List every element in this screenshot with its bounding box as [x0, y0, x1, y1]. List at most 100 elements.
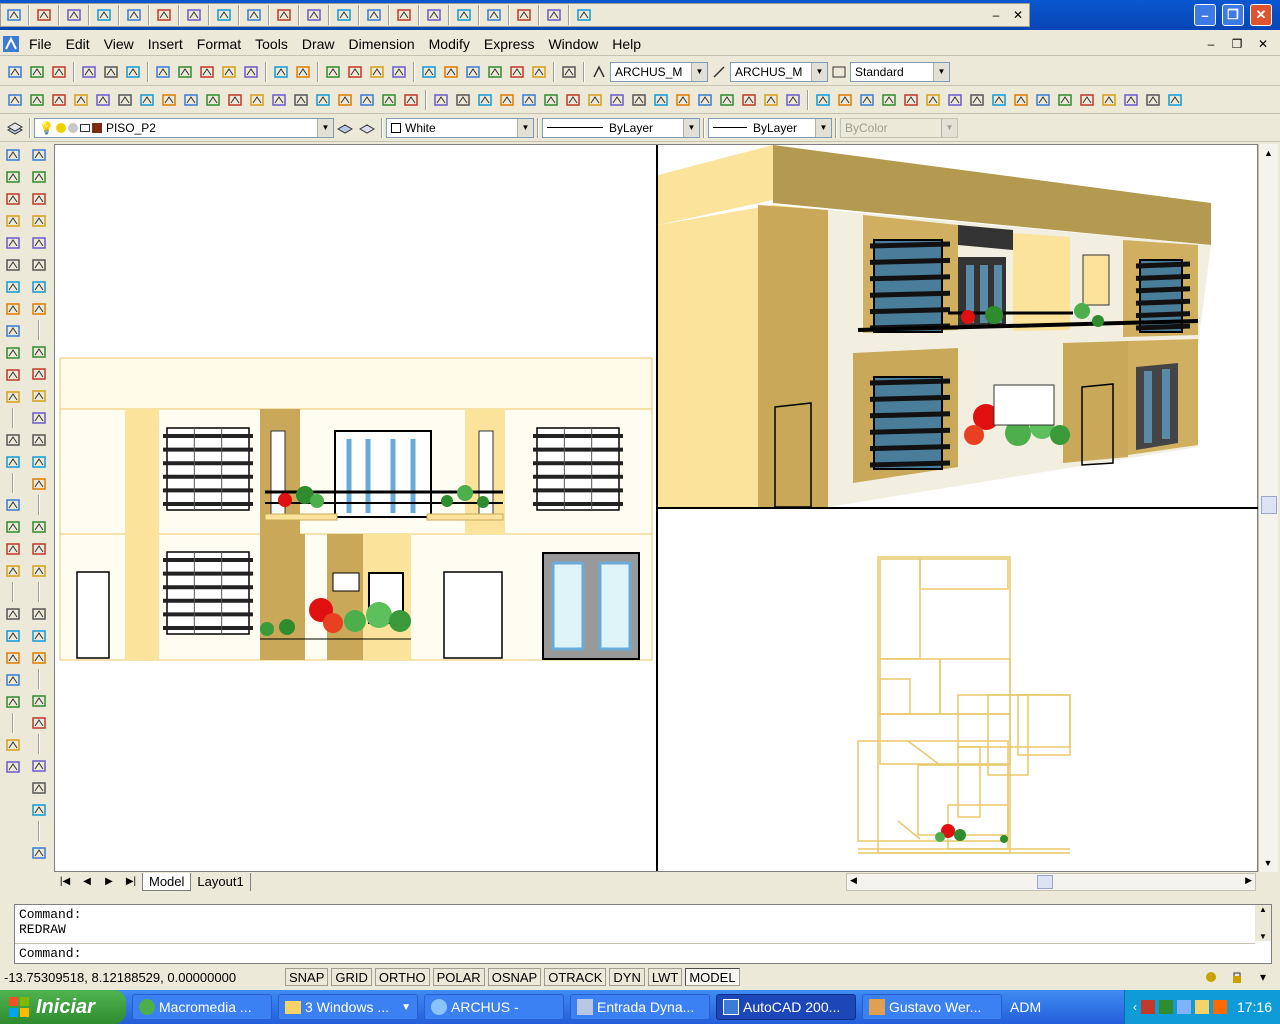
sky-icon[interactable] — [2, 625, 24, 646]
scene-icon[interactable] — [2, 232, 24, 253]
cylinder-icon[interactable] — [28, 232, 50, 253]
matchprop-icon[interactable] — [218, 61, 240, 83]
cone-icon[interactable] — [28, 254, 50, 275]
zoom-realtime-icon[interactable] — [344, 61, 366, 83]
line-icon[interactable] — [4, 89, 26, 111]
offset-face-icon[interactable] — [28, 647, 50, 668]
chamfer-icon[interactable] — [738, 89, 760, 111]
scroll-left-icon[interactable]: ◀ — [850, 875, 857, 886]
horizontal-scroll-thumb[interactable] — [1037, 874, 1053, 889]
light-list-icon[interactable] — [2, 647, 24, 668]
polyline-icon[interactable] — [48, 89, 70, 111]
block-icon[interactable] — [240, 61, 262, 83]
dim-edit-icon[interactable] — [1120, 89, 1142, 111]
landscape-edit-icon[interactable] — [2, 364, 24, 385]
snap-icon[interactable] — [453, 4, 475, 26]
tab-prev-icon[interactable]: ◀ — [76, 873, 98, 891]
box-solid-icon[interactable] — [28, 188, 50, 209]
animation-icon[interactable] — [2, 560, 24, 581]
layer-select[interactable]: 💡 PISO_P2 ▼ — [34, 117, 334, 138]
scroll-down-icon[interactable]: ▼ — [1259, 932, 1267, 941]
explode-icon[interactable] — [782, 89, 804, 111]
dim-text-edit-icon[interactable] — [1142, 89, 1164, 111]
polygon-icon[interactable] — [70, 89, 92, 111]
menu-view[interactable]: View — [97, 36, 141, 52]
tray-expand-icon[interactable]: ‹ — [1133, 1000, 1137, 1014]
slice-icon[interactable] — [28, 385, 50, 406]
menu-format[interactable]: Format — [190, 36, 248, 52]
text-style-select[interactable]: ARCHUS_M ▼ — [610, 61, 708, 82]
scroll-up-icon[interactable]: ▲ — [1259, 905, 1267, 914]
dim-jogged-icon[interactable] — [922, 89, 944, 111]
union-icon[interactable] — [153, 4, 175, 26]
paste-icon[interactable] — [196, 61, 218, 83]
stretch-icon[interactable] — [606, 89, 628, 111]
open-icon[interactable] — [26, 61, 48, 83]
lwt-toggle[interactable]: LWT — [647, 968, 683, 986]
mapping-icon[interactable] — [2, 276, 24, 297]
new-icon[interactable] — [4, 61, 26, 83]
view-icon[interactable] — [3, 4, 25, 26]
rotate-icon[interactable] — [562, 89, 584, 111]
communication-center-icon[interactable] — [1200, 966, 1222, 988]
autocad-app-icon[interactable] — [0, 33, 22, 55]
ucs-icon[interactable] — [123, 4, 145, 26]
doc-restore-icon[interactable]: ❐ — [1226, 33, 1248, 55]
offset-icon[interactable] — [496, 89, 518, 111]
edit-icon[interactable] — [273, 4, 295, 26]
tab-layout1[interactable]: Layout1 — [191, 872, 251, 891]
torus-icon[interactable] — [28, 298, 50, 319]
trim-icon[interactable] — [628, 89, 650, 111]
dim-update-icon[interactable] — [1164, 89, 1186, 111]
revolve-icon[interactable] — [28, 363, 50, 384]
lineweight-select[interactable]: ByLayer ▼ — [708, 117, 832, 138]
make-current-layer-icon[interactable] — [334, 117, 356, 139]
snap-toggle[interactable]: SNAP — [285, 968, 329, 986]
erase-icon[interactable] — [430, 89, 452, 111]
dim-linear-icon[interactable] — [812, 89, 834, 111]
power-icon[interactable] — [1194, 1000, 1209, 1014]
menu-modify[interactable]: Modify — [422, 36, 477, 52]
dim-baseline-icon[interactable] — [1010, 89, 1032, 111]
wedge-icon[interactable] — [28, 276, 50, 297]
dim-arc-icon[interactable] — [856, 89, 878, 111]
statistics-icon[interactable] — [2, 451, 24, 472]
doc-minimize-icon[interactable]: – — [1200, 33, 1222, 55]
markup-icon[interactable] — [506, 61, 528, 83]
ortho-toggle[interactable]: ORTHO — [374, 968, 430, 986]
tab-next-icon[interactable]: ▶ — [98, 873, 120, 891]
fog-icon[interactable] — [2, 320, 24, 341]
3d-array-icon[interactable] — [28, 755, 50, 776]
command-scrollbar[interactable]: ▲ ▼ — [1255, 905, 1271, 941]
save-icon[interactable] — [48, 61, 70, 83]
setup-drawing-icon[interactable] — [28, 451, 50, 472]
layer-manager-icon[interactable] — [4, 117, 26, 139]
xline-icon[interactable] — [26, 89, 48, 111]
window-restore-button[interactable]: ❐ — [1222, 4, 1244, 26]
dim-angular-icon[interactable] — [966, 89, 988, 111]
command-window[interactable]: Command: REDRAW Command: ▲ ▼ — [14, 904, 1272, 964]
task-archus[interactable]: ARCHUS - — [424, 994, 564, 1020]
lights-icon[interactable] — [2, 210, 24, 231]
rectangle-icon[interactable] — [92, 89, 114, 111]
task-entrada-dynamic[interactable]: Entrada Dyna... — [570, 994, 710, 1020]
extrude-icon[interactable] — [28, 341, 50, 362]
point-icon[interactable] — [393, 4, 415, 26]
copy-icon[interactable] — [174, 61, 196, 83]
language-indicator[interactable]: ADM — [1010, 999, 1041, 1015]
gradient-icon[interactable] — [334, 89, 356, 111]
ellipse-icon[interactable] — [202, 89, 224, 111]
tab-model[interactable]: Model — [142, 872, 192, 891]
setup-view-icon[interactable] — [28, 473, 50, 494]
landscape-new-icon[interactable] — [2, 342, 24, 363]
tool-palettes-icon[interactable] — [462, 61, 484, 83]
fly-icon[interactable] — [2, 516, 24, 537]
table-style-icon[interactable] — [828, 61, 850, 83]
extend-icon[interactable] — [650, 89, 672, 111]
vertical-scrollbar[interactable]: ▲ ▼ — [1258, 144, 1278, 872]
render-view-icon[interactable] — [2, 188, 24, 209]
join-icon[interactable] — [716, 89, 738, 111]
sheet-set-icon[interactable] — [484, 61, 506, 83]
render-prefs-icon[interactable] — [2, 429, 24, 450]
close-toolbar-icon[interactable]: ✕ — [1007, 4, 1029, 26]
